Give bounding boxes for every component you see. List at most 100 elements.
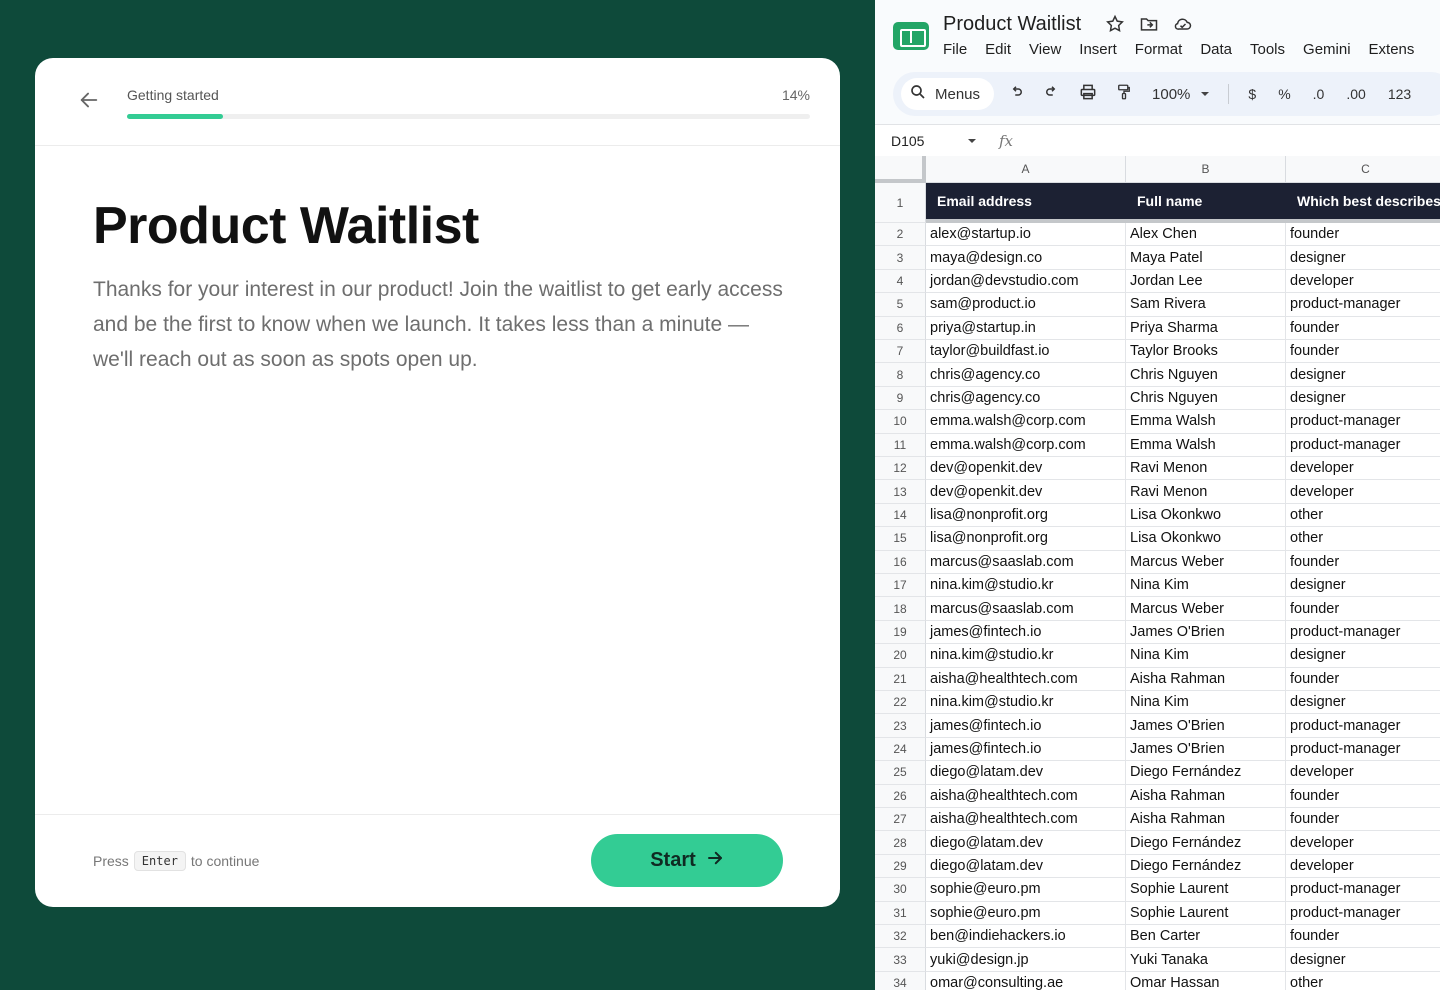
email-cell[interactable]: omar@consulting.ae — [926, 971, 1126, 990]
role-cell[interactable]: developer — [1286, 855, 1440, 877]
email-cell[interactable]: jordan@devstudio.com — [926, 269, 1126, 293]
name-cell[interactable]: Taylor Brooks — [1126, 340, 1286, 363]
row-header[interactable]: 9 — [875, 386, 926, 411]
role-cell[interactable]: product-manager — [1286, 293, 1440, 315]
email-cell[interactable]: nina.kim@studio.kr — [926, 691, 1126, 714]
name-cell[interactable]: Ravi Menon — [1126, 457, 1286, 480]
star-icon[interactable] — [1105, 14, 1125, 39]
menu-search[interactable]: Menus — [901, 78, 995, 110]
row-header[interactable]: 29 — [875, 854, 926, 879]
row-header[interactable]: 24 — [875, 737, 926, 762]
name-cell[interactable]: Aisha Rahman — [1126, 784, 1286, 807]
role-cell[interactable]: designer — [1286, 644, 1440, 666]
zoom-select[interactable]: 100% — [1146, 86, 1216, 103]
increase-decimal-button[interactable]: .00 — [1339, 86, 1372, 102]
email-cell[interactable]: nina.kim@studio.kr — [926, 574, 1126, 597]
row-header[interactable]: 21 — [875, 667, 926, 691]
row-header[interactable]: 15 — [875, 527, 926, 551]
role-cell[interactable]: developer — [1286, 761, 1440, 783]
header-email[interactable]: Email address — [926, 183, 1126, 219]
role-cell[interactable]: designer — [1286, 387, 1440, 409]
name-cell[interactable]: James O'Brien — [1126, 620, 1286, 644]
name-cell[interactable]: James O'Brien — [1126, 714, 1286, 737]
column-header-c[interactable]: C — [1286, 156, 1440, 183]
row-header[interactable]: 23 — [875, 714, 926, 738]
role-cell[interactable]: product-manager — [1286, 434, 1440, 456]
role-cell[interactable]: founder — [1286, 597, 1440, 619]
role-cell[interactable]: founder — [1286, 223, 1440, 245]
name-cell[interactable]: James O'Brien — [1126, 737, 1286, 761]
back-button[interactable] — [75, 88, 103, 116]
row-header[interactable]: 6 — [875, 316, 926, 340]
row-header[interactable]: 32 — [875, 925, 926, 949]
role-cell[interactable]: developer — [1286, 831, 1440, 853]
row-header[interactable]: 5 — [875, 293, 926, 317]
email-cell[interactable]: diego@latam.dev — [926, 854, 1126, 878]
menu-item-extens[interactable]: Extens — [1369, 41, 1415, 58]
row-header[interactable]: 16 — [875, 550, 926, 574]
row-header[interactable]: 34 — [875, 971, 926, 990]
role-cell[interactable]: designer — [1286, 948, 1440, 970]
role-cell[interactable]: founder — [1286, 551, 1440, 573]
role-cell[interactable]: product-manager — [1286, 410, 1440, 432]
email-cell[interactable]: diego@latam.dev — [926, 831, 1126, 854]
undo-button[interactable] — [1002, 80, 1030, 108]
email-cell[interactable]: diego@latam.dev — [926, 761, 1126, 784]
name-cell[interactable]: Diego Fernández — [1126, 761, 1286, 784]
email-cell[interactable]: dev@openkit.dev — [926, 457, 1126, 480]
role-cell[interactable]: other — [1286, 972, 1440, 990]
email-cell[interactable]: chris@agency.co — [926, 386, 1126, 410]
name-cell[interactable]: Maya Patel — [1126, 246, 1286, 269]
role-cell[interactable]: product-manager — [1286, 878, 1440, 900]
row-header[interactable]: 22 — [875, 691, 926, 715]
row-header[interactable]: 7 — [875, 340, 926, 364]
row-header[interactable]: 18 — [875, 597, 926, 621]
name-cell[interactable]: Lisa Okonkwo — [1126, 503, 1286, 527]
role-cell[interactable]: designer — [1286, 574, 1440, 596]
email-cell[interactable]: marcus@saaslab.com — [926, 550, 1126, 573]
name-cell[interactable]: Sophie Laurent — [1126, 878, 1286, 901]
row-header[interactable]: 11 — [875, 433, 926, 457]
select-all-corner[interactable] — [875, 156, 926, 183]
menu-item-insert[interactable]: Insert — [1079, 41, 1117, 58]
redo-button[interactable] — [1038, 80, 1066, 108]
email-cell[interactable]: taylor@buildfast.io — [926, 340, 1126, 363]
name-cell[interactable]: Nina Kim — [1126, 644, 1286, 667]
row-header[interactable]: 13 — [875, 480, 926, 504]
row-header[interactable]: 4 — [875, 269, 926, 294]
name-cell[interactable]: Marcus Weber — [1126, 550, 1286, 573]
menu-item-edit[interactable]: Edit — [985, 41, 1011, 58]
email-cell[interactable]: marcus@saaslab.com — [926, 597, 1126, 620]
start-button[interactable]: Start — [591, 834, 783, 887]
row-header[interactable]: 31 — [875, 901, 926, 925]
name-cell[interactable]: Priya Sharma — [1126, 316, 1286, 339]
email-cell[interactable]: james@fintech.io — [926, 620, 1126, 644]
role-cell[interactable]: developer — [1286, 480, 1440, 502]
print-button[interactable] — [1074, 80, 1102, 108]
name-cell[interactable]: Nina Kim — [1126, 691, 1286, 714]
role-cell[interactable]: founder — [1286, 808, 1440, 830]
row-header[interactable]: 30 — [875, 878, 926, 902]
name-cell[interactable]: Aisha Rahman — [1126, 808, 1286, 831]
email-cell[interactable]: dev@openkit.dev — [926, 480, 1126, 503]
name-cell[interactable]: Emma Walsh — [1126, 433, 1286, 456]
column-header-b[interactable]: B — [1126, 156, 1286, 183]
name-box[interactable]: D105 — [875, 133, 985, 149]
row-header[interactable]: 20 — [875, 644, 926, 668]
row-header[interactable]: 1 — [875, 183, 926, 223]
role-cell[interactable]: founder — [1286, 668, 1440, 690]
role-cell[interactable]: founder — [1286, 317, 1440, 339]
email-cell[interactable]: priya@startup.in — [926, 316, 1126, 339]
role-cell[interactable]: developer — [1286, 457, 1440, 479]
currency-format-button[interactable]: $ — [1241, 86, 1263, 102]
email-cell[interactable]: aisha@healthtech.com — [926, 808, 1126, 831]
menu-item-format[interactable]: Format — [1135, 41, 1183, 58]
role-cell[interactable]: other — [1286, 504, 1440, 526]
role-cell[interactable]: product-manager — [1286, 738, 1440, 760]
role-cell[interactable]: founder — [1286, 340, 1440, 362]
cloud-status-icon[interactable] — [1173, 14, 1193, 39]
header-full-name[interactable]: Full name — [1126, 183, 1286, 219]
menu-item-view[interactable]: View — [1029, 41, 1061, 58]
email-cell[interactable]: emma.walsh@corp.com — [926, 433, 1126, 456]
email-cell[interactable]: aisha@healthtech.com — [926, 784, 1126, 807]
